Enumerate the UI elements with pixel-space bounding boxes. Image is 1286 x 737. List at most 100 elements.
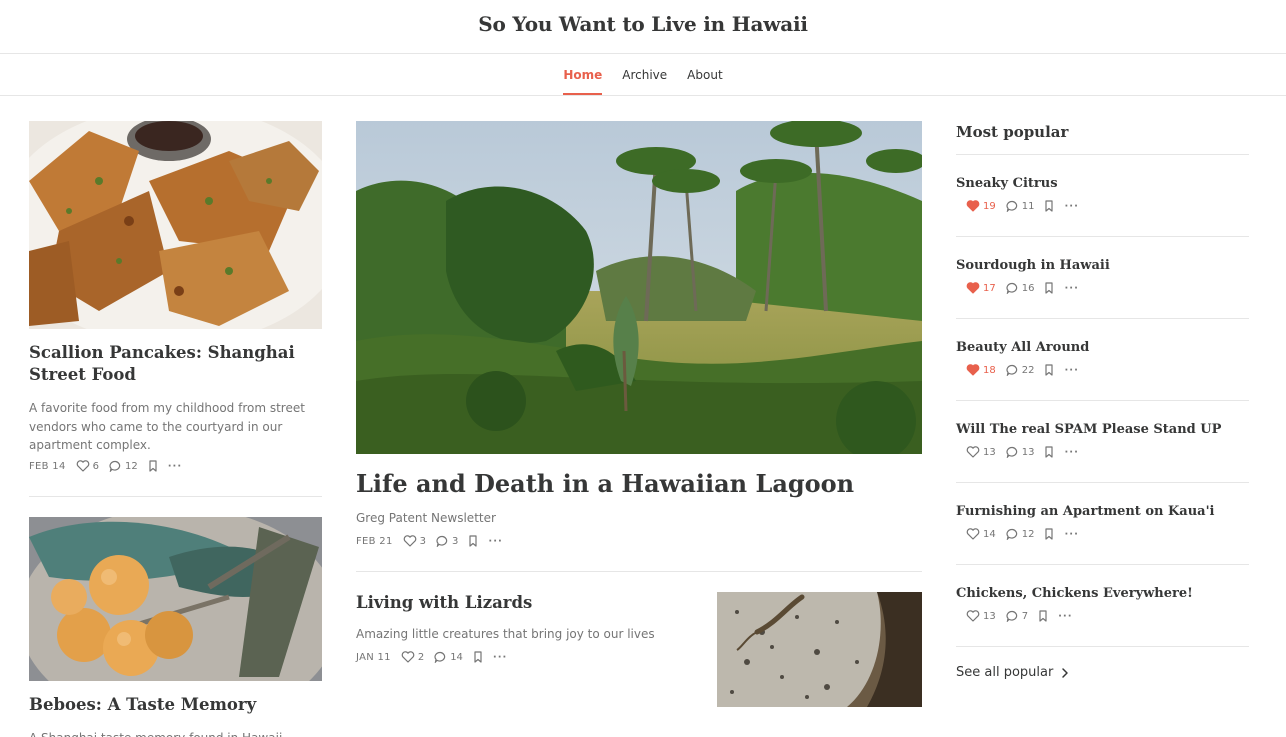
popular-item-meta: 18 22 ··· [966,363,1089,377]
hawaiian-lagoon-photo [356,121,922,454]
like-button[interactable]: 2 [401,651,424,663]
bookmark-button[interactable] [1044,446,1054,458]
bookmark-icon [149,460,157,472]
more-options-icon[interactable]: ··· [493,652,507,663]
bookmark-button[interactable] [1044,364,1054,376]
popular-item-title[interactable]: Sneaky Citrus [956,176,1058,191]
more-options-icon[interactable]: ··· [488,536,502,547]
like-button[interactable]: 19 [966,200,996,212]
divider [956,482,1249,483]
heart-icon [966,364,980,376]
post-title-living-with-lizards[interactable]: Living with Lizards [356,592,696,614]
like-count: 13 [983,610,996,622]
heart-icon [966,282,980,294]
see-all-popular-link[interactable]: See all popular [956,665,1069,680]
more-options-icon[interactable]: ··· [1058,611,1072,622]
comment-icon [1006,282,1017,294]
comment-button[interactable]: 12 [109,460,138,472]
nav-archive[interactable]: Archive [622,55,667,95]
popular-item-title[interactable]: Sourdough in Hawaii [956,258,1110,273]
bookmark-icon [1039,610,1047,622]
lizard-photo [717,592,922,707]
comment-button[interactable]: 3 [436,535,458,547]
comment-count: 22 [1021,364,1035,376]
comment-button[interactable]: 13 [1006,446,1035,458]
post-subtitle-scallion-pancakes: A favorite food from my childhood from s… [29,401,305,452]
post-title-beboes[interactable]: Beboes: A Taste Memory [29,694,322,716]
popular-item-title[interactable]: Beauty All Around [956,340,1089,355]
comment-icon [1006,364,1017,376]
see-all-label: See all popular [956,665,1054,680]
like-button[interactable]: 13 [966,446,996,458]
featured-author[interactable]: Greg Patent Newsletter [356,511,496,525]
more-options-icon[interactable]: ··· [168,461,182,472]
site-title[interactable]: So You Want to Live in Hawaii [0,12,1286,36]
popular-item-meta: 14 12 ··· [966,527,1089,541]
comment-button[interactable]: 16 [1006,282,1034,294]
nav-about[interactable]: About [687,55,722,95]
post-image-beboes[interactable] [29,517,322,681]
post-image-scallion-pancakes[interactable] [29,121,322,329]
bookmark-icon [1045,282,1054,294]
comment-count: 13 [1021,446,1035,458]
like-button[interactable]: 14 [966,528,996,540]
featured-title[interactable]: Life and Death in a Hawaiian Lagoon [356,469,922,499]
bookmark-button[interactable] [473,651,483,663]
scallion-pancakes-photo [29,121,322,329]
nav-home[interactable]: Home [563,55,603,95]
bookmark-button[interactable] [1038,610,1048,622]
like-button[interactable]: 6 [76,460,99,472]
bookmark-button[interactable] [468,535,478,547]
bookmark-button[interactable] [1044,282,1054,294]
loquat-photo [29,517,322,681]
bookmark-button[interactable] [148,460,158,472]
like-count: 17 [983,282,996,294]
comment-button[interactable]: 14 [434,651,463,663]
like-button[interactable]: 17 [966,282,996,294]
bookmark-button[interactable] [1044,528,1054,540]
bookmark-icon [1045,200,1054,212]
comment-button[interactable]: 7 [1006,610,1028,622]
more-options-icon[interactable]: ··· [1064,201,1078,212]
like-count: 19 [983,200,996,212]
post-date: FEB 14 [29,460,66,472]
more-options-icon[interactable]: ··· [1064,529,1078,540]
bookmark-icon [469,535,477,547]
featured-image[interactable] [356,121,922,454]
comment-icon [1006,200,1017,212]
like-count: 13 [983,446,996,458]
heart-icon [76,460,89,472]
popular-item-meta: 13 7 ··· [966,609,1083,623]
site-header: So You Want to Live in Hawaii [0,0,1286,54]
comment-button[interactable]: 22 [1006,364,1035,376]
divider [956,236,1249,237]
popular-item-title[interactable]: Will The real SPAM Please Stand UP [956,422,1221,437]
comment-count: 7 [1021,610,1029,622]
more-options-icon[interactable]: ··· [1064,365,1078,376]
bookmark-icon [1045,528,1054,540]
bookmark-button[interactable] [1044,200,1054,212]
like-button[interactable]: 3 [403,535,426,547]
divider [956,564,1249,565]
comment-button[interactable]: 11 [1006,200,1034,212]
post-image-living-with-lizards[interactable] [717,592,922,707]
popular-item-meta: 17 16 ··· [966,281,1089,295]
bookmark-icon [1045,364,1054,376]
popular-item-title[interactable]: Furnishing an Apartment on Kaua'i [956,504,1215,519]
post-subtitle-beboes: A Shanghai taste memory found in Hawaii [29,729,314,737]
like-button[interactable]: 18 [966,364,996,376]
featured-meta: FEB 21 3 3 ··· [356,534,513,548]
like-count: 6 [92,460,100,472]
like-count: 18 [983,364,996,376]
chevron-right-icon [1062,667,1069,678]
like-button[interactable]: 13 [966,610,996,622]
comment-button[interactable]: 12 [1006,528,1034,540]
heart-icon [966,200,980,212]
comment-icon [436,535,448,547]
bookmark-icon [474,651,482,663]
popular-item-title[interactable]: Chickens, Chickens Everywhere! [956,586,1193,601]
more-options-icon[interactable]: ··· [1064,283,1078,294]
more-options-icon[interactable]: ··· [1064,447,1078,458]
comment-icon [1006,610,1017,622]
post-title-scallion-pancakes[interactable]: Scallion Pancakes: Shanghai Street Food [29,342,322,386]
